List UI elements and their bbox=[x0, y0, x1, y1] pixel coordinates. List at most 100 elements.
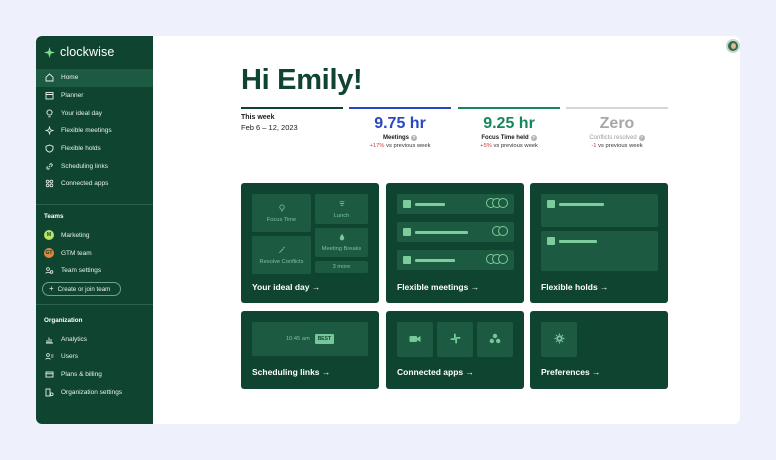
stat-bar bbox=[566, 107, 668, 109]
asana-icon bbox=[489, 331, 501, 349]
hold-row bbox=[541, 194, 658, 227]
attendees bbox=[486, 254, 508, 266]
org-item-settings[interactable]: Organization settings bbox=[44, 386, 122, 398]
team-item-gtm[interactable]: GT GTM team bbox=[44, 247, 92, 259]
attendees bbox=[486, 198, 508, 210]
stat-bar bbox=[241, 107, 343, 109]
info-icon[interactable]: ? bbox=[530, 134, 537, 141]
focus-time-tile: Focus Time bbox=[252, 194, 311, 232]
slack-icon bbox=[450, 331, 461, 349]
info-icon[interactable]: ? bbox=[638, 134, 645, 141]
delta-suffix: vs previous week bbox=[384, 142, 431, 149]
org-item-users[interactable]: Users bbox=[44, 350, 78, 362]
meetings-value: 9.75 hr bbox=[374, 114, 426, 132]
apps-icon bbox=[44, 179, 54, 189]
nav-item-planner[interactable]: Planner bbox=[36, 87, 153, 105]
meeting-row bbox=[397, 194, 514, 214]
app-name: clockwise bbox=[60, 45, 115, 59]
home-icon bbox=[44, 73, 54, 83]
conflicts-label-row: Conflicts resolved ? bbox=[566, 134, 668, 141]
more-tile: 3 more bbox=[315, 261, 368, 273]
card-title: Scheduling links → bbox=[252, 367, 331, 377]
checkbox-icon bbox=[403, 228, 411, 236]
nav-label: Your ideal day bbox=[61, 109, 102, 117]
calendar-icon bbox=[44, 91, 54, 101]
org-label: Plans & billing bbox=[61, 370, 102, 378]
slot-time: 10:45 am bbox=[285, 336, 310, 342]
gear-icon bbox=[554, 331, 565, 349]
team-badge: M bbox=[44, 230, 54, 240]
video-icon bbox=[409, 331, 421, 349]
tile-label: Meeting Breaks bbox=[321, 246, 362, 252]
app-window: clockwise Home Planner Your ideal day Fl… bbox=[36, 36, 740, 424]
team-item-marketing[interactable]: M Marketing bbox=[44, 229, 90, 241]
stat-bar bbox=[458, 107, 560, 109]
resolve-conflicts-tile: Resolve Conflicts bbox=[252, 236, 311, 274]
meeting-breaks-tile: Meeting Breaks bbox=[315, 228, 368, 257]
delta-value: +17% bbox=[369, 142, 385, 149]
create-team-button[interactable]: + Create or join team bbox=[42, 282, 121, 296]
checkbox-icon bbox=[547, 200, 555, 208]
users-icon bbox=[44, 351, 54, 361]
food-icon bbox=[338, 200, 346, 210]
stat-focus: 9.25 hr Focus Time held ? +5% vs previou… bbox=[458, 107, 560, 149]
delta-value: +5% bbox=[480, 142, 492, 149]
connected-apps-card[interactable]: Connected apps → bbox=[386, 311, 524, 389]
analytics-icon bbox=[44, 334, 54, 344]
nav-label: Flexible meetings bbox=[61, 127, 112, 135]
meeting-row bbox=[397, 250, 514, 270]
nav-item-flexible-holds[interactable]: Flexible holds bbox=[36, 140, 153, 158]
placeholder-line bbox=[415, 231, 468, 234]
org-settings-icon bbox=[44, 387, 54, 397]
focus-label: Focus Time held bbox=[481, 134, 529, 141]
plus-icon: + bbox=[49, 284, 54, 293]
hold-row bbox=[541, 231, 658, 271]
placeholder-line bbox=[415, 203, 445, 206]
conflicts-delta: -1 vs previous week bbox=[566, 143, 668, 149]
checkbox-icon bbox=[547, 237, 555, 245]
nav-item-scheduling-links[interactable]: Scheduling links bbox=[36, 157, 153, 175]
nav-item-flexible-meetings[interactable]: Flexible meetings bbox=[36, 122, 153, 140]
info-icon[interactable]: ? bbox=[411, 134, 417, 141]
checkbox-icon bbox=[403, 200, 411, 208]
tile-label: Lunch bbox=[333, 212, 350, 219]
drop-icon bbox=[338, 233, 346, 243]
best-badge: BEST bbox=[314, 334, 335, 344]
placeholder-line bbox=[559, 240, 597, 243]
logo[interactable]: clockwise bbox=[44, 45, 114, 59]
org-label: Analytics bbox=[61, 335, 88, 343]
ideal-day-card[interactable]: Focus Time Lunch Resolve Conflicts Meeti… bbox=[241, 183, 379, 303]
nav-label: Connected apps bbox=[61, 180, 109, 188]
org-item-billing[interactable]: Plans & billing bbox=[44, 368, 102, 380]
team-label: GTM team bbox=[61, 249, 92, 257]
nav-label: Scheduling links bbox=[61, 162, 108, 170]
flexible-meetings-card[interactable]: Flexible meetings → bbox=[386, 183, 524, 303]
stat-week: This week Feb 6 – 12, 2023 bbox=[241, 107, 343, 132]
org-item-analytics[interactable]: Analytics bbox=[44, 333, 87, 345]
nav-item-ideal-day[interactable]: Your ideal day bbox=[36, 104, 153, 122]
week-label: This week bbox=[241, 113, 275, 121]
team-item-settings[interactable]: Team settings bbox=[44, 264, 101, 276]
clockwise-logo-icon bbox=[44, 46, 55, 58]
nav-item-home[interactable]: Home bbox=[36, 69, 153, 87]
card-title: Your ideal day → bbox=[252, 282, 321, 292]
team-badge: GT bbox=[44, 248, 54, 258]
lightbulb-icon bbox=[278, 203, 286, 214]
conflicts-label: Conflicts resolved bbox=[589, 134, 637, 141]
meetings-delta: +17% vs previous week bbox=[349, 143, 451, 149]
nav-item-connected-apps[interactable]: Connected apps bbox=[36, 175, 153, 193]
slack-app-tile bbox=[437, 322, 473, 357]
main-nav: Home Planner Your ideal day Flexible mee… bbox=[36, 69, 153, 193]
scheduling-links-card[interactable]: 10:45 am BEST Scheduling links → bbox=[241, 311, 379, 389]
nav-label: Home bbox=[61, 74, 79, 82]
org-label: Users bbox=[61, 352, 78, 360]
sidebar-divider bbox=[36, 204, 153, 205]
card-title: Connected apps → bbox=[397, 367, 474, 377]
team-label: Marketing bbox=[61, 231, 90, 239]
tile-label: Focus Time bbox=[266, 216, 297, 223]
create-team-label: Create or join team bbox=[57, 285, 111, 293]
preferences-card[interactable]: Preferences → bbox=[530, 311, 668, 389]
user-avatar[interactable] bbox=[726, 39, 740, 53]
flexible-holds-card[interactable]: Flexible holds → bbox=[530, 183, 668, 303]
focus-value: 9.25 hr bbox=[483, 114, 535, 132]
